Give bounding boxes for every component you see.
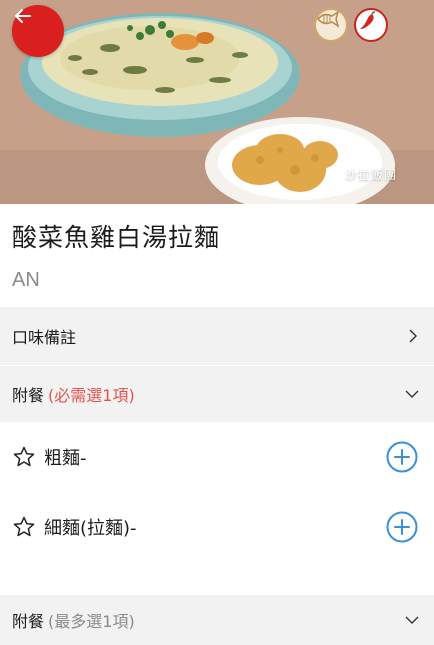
chili-pepper-icon [360,11,376,29]
back-button[interactable] [12,5,64,57]
option-row-thick-noodle[interactable]: 粗麵- [0,422,434,492]
required-hint: (必需選1項) [48,386,135,405]
side-dish-group-optional[interactable]: 附餐 (最多選1項) [0,595,434,645]
star-outline-icon[interactable] [12,445,36,469]
chevron-down-icon [405,390,419,398]
option-label: 細麵(拉麵)- [44,518,137,539]
fish-icon [317,10,340,28]
photo-watermark: 沙拉飯團 [345,168,398,182]
arrow-left-icon [15,9,31,23]
fish-badge [314,8,348,42]
side-dish-label: 附餐 [12,386,45,405]
option-label: 粗麵- [44,448,87,469]
option-row-thin-noodle[interactable]: 細麵(拉麵)- [0,492,434,562]
chevron-down-icon [405,616,419,624]
side-dish-label: 附餐 [12,612,45,631]
dish-photo: 沙拉飯團 [0,0,434,204]
star-outline-icon[interactable] [12,515,36,539]
dish-subtitle: AN [12,269,40,291]
spicy-badge [354,8,388,42]
flavor-note-label: 口味備註 [12,328,77,347]
optional-hint: (最多選1項) [48,612,135,631]
plus-circle-icon[interactable] [386,441,418,473]
dish-title: 酸菜魚雞白湯拉麵 [12,223,221,252]
chevron-right-icon [409,329,417,343]
flavor-note-row[interactable]: 口味備註 [0,307,434,365]
side-dish-group-required[interactable]: 附餐 (必需選1項) [0,366,434,422]
plus-circle-icon[interactable] [386,511,418,543]
